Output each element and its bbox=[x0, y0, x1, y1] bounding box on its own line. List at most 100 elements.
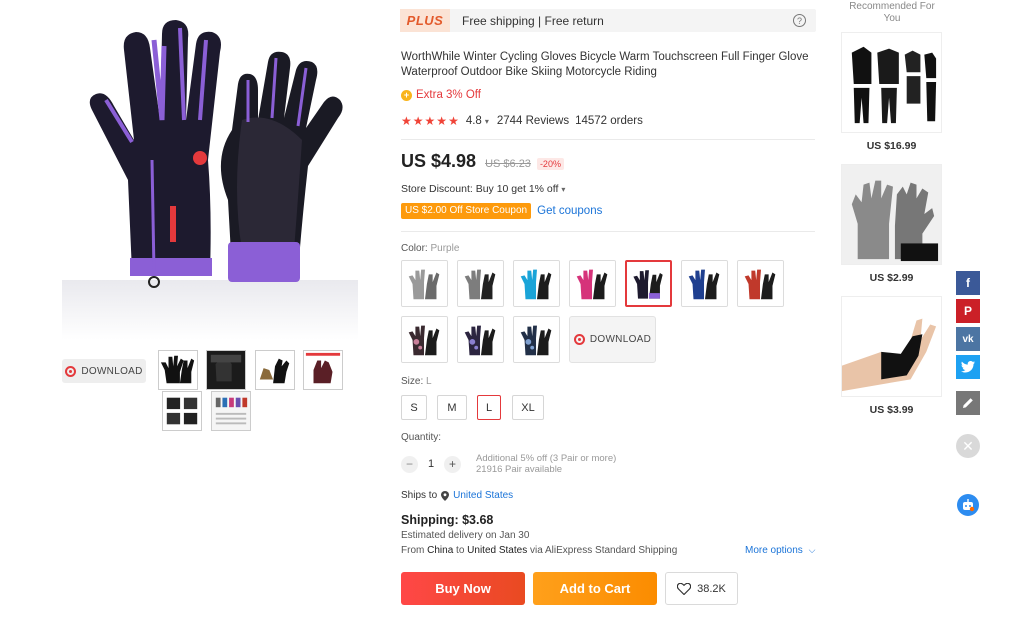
buy-now-button[interactable]: Buy Now bbox=[401, 572, 525, 605]
color-selected-value: Purple bbox=[430, 243, 460, 254]
get-coupons-link[interactable]: Get coupons bbox=[537, 205, 602, 217]
download-button[interactable]: DOWNLOAD bbox=[62, 359, 146, 383]
color-swatch-gray[interactable] bbox=[401, 260, 448, 307]
star-icon: ★ bbox=[436, 114, 448, 128]
thumbnail-2[interactable] bbox=[206, 350, 246, 390]
thumbnail-5[interactable] bbox=[162, 391, 202, 431]
divider bbox=[401, 231, 815, 232]
reviews-count[interactable]: 2744 Reviews bbox=[497, 115, 569, 127]
more-shipping-options-link[interactable]: More options ⌵ bbox=[745, 545, 815, 556]
orders-count: 14572 orders bbox=[575, 115, 643, 127]
recommended-item-image[interactable] bbox=[841, 164, 942, 265]
color-label: Color: Purple bbox=[401, 243, 459, 254]
price-row: US $4.98 US $6.23 -20% bbox=[401, 151, 564, 172]
wishlist-count: 38.2K bbox=[697, 582, 726, 595]
extra-off-text: Extra 3% Off bbox=[416, 89, 481, 101]
coin-icon: + bbox=[401, 89, 412, 101]
recommended-item-image[interactable] bbox=[841, 32, 942, 133]
thumbnail-4[interactable] bbox=[303, 350, 343, 390]
route-to: to bbox=[456, 545, 465, 556]
ships-to-row: Ships to United States bbox=[401, 490, 513, 501]
color-swatch-dark-gray[interactable] bbox=[457, 260, 504, 307]
vk-icon[interactable]: vk bbox=[956, 327, 980, 351]
star-icon: ★ bbox=[401, 114, 412, 128]
question-circle-icon[interactable]: ? bbox=[793, 14, 806, 27]
main-product-image[interactable] bbox=[62, 10, 358, 340]
plus-benefits-text: Free shipping | Free return bbox=[462, 13, 604, 28]
add-to-cart-button[interactable]: Add to Cart bbox=[533, 572, 657, 605]
estimated-delivery: Estimated delivery on Jan 30 bbox=[401, 530, 530, 541]
quantity-label: Quantity: bbox=[401, 432, 442, 443]
color-label-text: Color: bbox=[401, 243, 428, 254]
chevron-down-icon: ⌵ bbox=[808, 545, 816, 555]
discount-badge: -20% bbox=[536, 158, 564, 170]
wishlist-button[interactable]: 38.2K bbox=[665, 572, 738, 605]
store-discount[interactable]: Store Discount: Buy 10 get 1% off ▾ bbox=[401, 183, 565, 195]
color-download-button[interactable]: DOWNLOAD bbox=[569, 316, 656, 363]
recommended-item-price: US $3.99 bbox=[869, 404, 914, 416]
quantity-value[interactable]: 1 bbox=[418, 458, 444, 470]
more-options-label: More options bbox=[745, 545, 803, 556]
star-icon: ★ bbox=[412, 114, 424, 128]
store-coupon-badge: US $2.00 Off Store Coupon bbox=[401, 203, 532, 219]
route-from: From bbox=[401, 545, 425, 556]
ships-to-label: Ships to bbox=[401, 490, 438, 501]
assistant-icon[interactable] bbox=[957, 494, 979, 516]
product-title: WorthWhile Winter Cycling Gloves Bicycle… bbox=[401, 51, 809, 78]
download-icon bbox=[65, 365, 77, 377]
size-option-l[interactable]: L bbox=[477, 395, 501, 420]
chevron-down-icon: ▾ bbox=[561, 185, 566, 194]
route-origin: China bbox=[427, 545, 454, 556]
size-option-s[interactable]: S bbox=[401, 395, 427, 420]
coupon-row: US $2.00 Off Store Coupon Get coupons bbox=[401, 203, 602, 219]
quantity-stepper: − 1 + Additional 5% off (3 Pair or more)… bbox=[401, 453, 616, 475]
recommended-title: Recommended For You bbox=[849, 1, 935, 24]
location-pin-icon bbox=[441, 490, 450, 501]
color-swatch-red[interactable] bbox=[737, 260, 784, 307]
ships-to-country[interactable]: United States bbox=[453, 490, 513, 501]
edit-icon[interactable] bbox=[956, 391, 980, 415]
divider bbox=[401, 139, 815, 140]
color-swatch-camo-purple[interactable] bbox=[457, 316, 504, 363]
star-icon: ★ bbox=[424, 114, 436, 128]
quantity-decrement-button[interactable]: − bbox=[401, 455, 418, 473]
shipping-cost: Shipping: $3.68 bbox=[401, 513, 494, 527]
download-icon bbox=[573, 334, 585, 345]
size-label: Size: L bbox=[401, 376, 432, 387]
size-selected-value: L bbox=[426, 376, 432, 387]
color-swatch-purple[interactable] bbox=[625, 260, 672, 307]
recommended-item-price: US $16.99 bbox=[866, 140, 917, 152]
recommended-item-image[interactable] bbox=[841, 296, 942, 397]
size-option-m[interactable]: M bbox=[437, 395, 467, 420]
thumbnail-6[interactable] bbox=[211, 391, 251, 431]
close-icon[interactable]: ✕ bbox=[956, 434, 980, 458]
stock-available: 21916 Pair available bbox=[476, 464, 563, 475]
shipping-route: From China to United States via AliExpre… bbox=[401, 545, 677, 556]
color-swatch-blue[interactable] bbox=[513, 260, 560, 307]
plus-benefits-bar: PLUS Free shipping | Free return ? bbox=[400, 9, 816, 32]
twitter-icon[interactable] bbox=[956, 355, 980, 379]
rating-value[interactable]: 4.8 bbox=[466, 115, 482, 127]
quantity-increment-button[interactable]: + bbox=[444, 455, 461, 473]
thumbnail-3[interactable] bbox=[255, 350, 295, 390]
size-label-text: Size: bbox=[401, 376, 424, 387]
chevron-down-icon[interactable]: ▾ bbox=[485, 117, 489, 126]
quantity-info: Additional 5% off (3 Pair or more) 21916… bbox=[476, 453, 616, 475]
plus-logo: PLUS bbox=[400, 9, 450, 32]
color-swatch-camo-blue[interactable] bbox=[513, 316, 560, 363]
size-option-xl[interactable]: XL bbox=[512, 395, 544, 420]
store-discount-text: Store Discount: Buy 10 get 1% off bbox=[401, 183, 559, 195]
facebook-icon[interactable]: f bbox=[956, 271, 980, 295]
pinterest-icon[interactable]: P bbox=[956, 299, 980, 323]
color-swatch-camo-pink[interactable] bbox=[401, 316, 448, 363]
color-swatch-pink[interactable] bbox=[569, 260, 616, 307]
download-label: DOWNLOAD bbox=[81, 365, 143, 377]
thumbnail-1[interactable] bbox=[158, 350, 198, 390]
recommended-item-price: US $2.99 bbox=[869, 272, 914, 284]
extra-off-promo: + Extra 3% Off bbox=[401, 89, 481, 101]
route-destination: United States bbox=[467, 545, 528, 556]
color-swatch-navy[interactable] bbox=[681, 260, 728, 307]
route-carrier: via AliExpress Standard Shipping bbox=[530, 545, 678, 556]
star-icon: ★ bbox=[448, 114, 459, 128]
original-price: US $6.23 bbox=[485, 158, 531, 170]
